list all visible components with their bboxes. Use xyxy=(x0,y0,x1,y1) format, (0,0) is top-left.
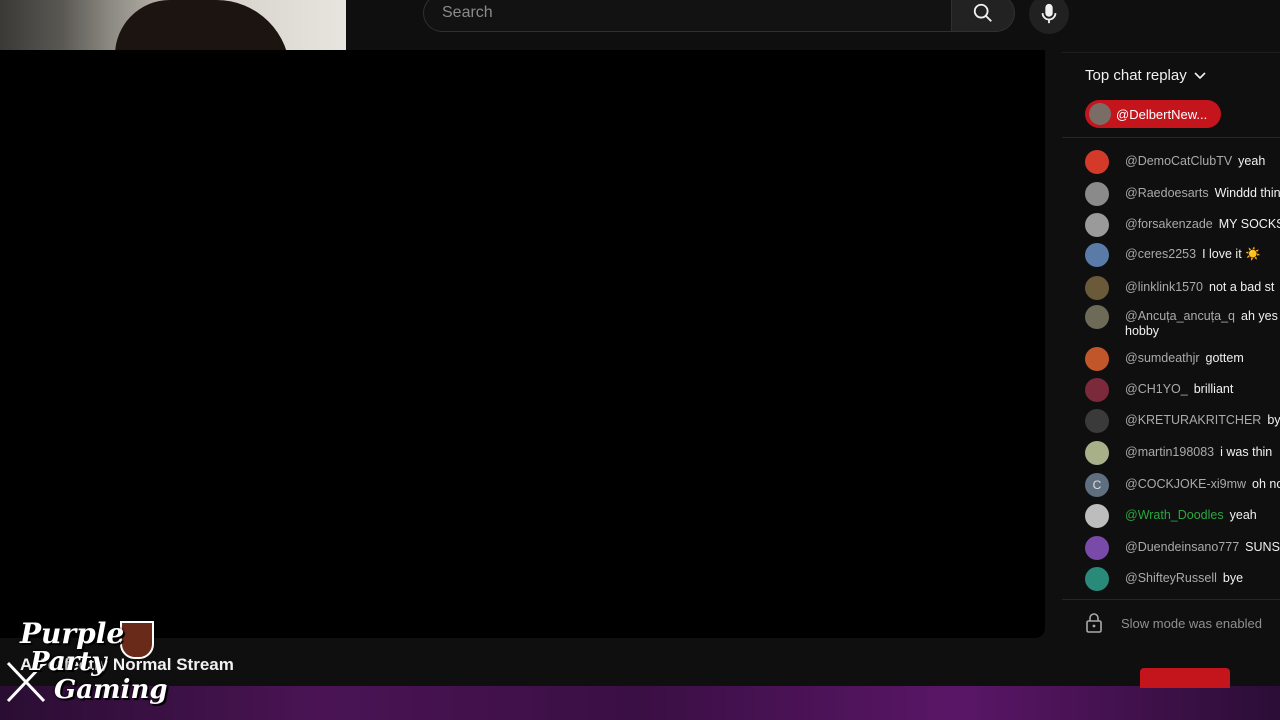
chat-body: gottem xyxy=(1205,351,1244,365)
chat-message: @Duendeinsano777 SUNS xyxy=(1085,536,1280,560)
avatar[interactable] xyxy=(1085,441,1109,465)
chat-body: SUNS xyxy=(1245,540,1280,554)
chat-message-text: @CH1YO_ brilliant xyxy=(1125,382,1233,397)
chat-message: @Raedoesarts Winddd thin xyxy=(1085,182,1280,206)
chat-message: @KRETURAKRITCHER bye xyxy=(1085,409,1280,433)
avatar[interactable] xyxy=(1085,536,1109,560)
chat-message-text: @ceres2253 I love it ☀️ xyxy=(1125,247,1261,262)
logo-line-3: Gaming xyxy=(54,675,168,705)
divider xyxy=(1062,137,1280,138)
chat-message: @DemoCatClubTV yeah xyxy=(1085,150,1280,174)
avatar[interactable]: C xyxy=(1085,473,1109,497)
chat-body: yeah xyxy=(1229,508,1257,522)
live-chat-panel: Top chat replay @DelbertNew... @DemoCatC… xyxy=(1062,52,1280,649)
chat-author[interactable]: @Raedoesarts xyxy=(1125,186,1209,200)
lock-icon xyxy=(1086,613,1102,633)
chat-message: @forsakenzade MY SOCKS xyxy=(1085,213,1280,237)
chevron-down-icon xyxy=(1194,71,1206,79)
chat-message: @Wrath_Doodles yeah xyxy=(1085,504,1280,528)
chat-message-text: @Wrath_Doodles yeah xyxy=(1125,508,1257,523)
video-player[interactable] xyxy=(0,50,1045,638)
chat-author[interactable]: @COCKJOKE-xi9mw xyxy=(1125,477,1246,491)
search-box[interactable] xyxy=(423,0,951,32)
channel-logo: Purple Party Gaming xyxy=(4,617,168,713)
chat-body: i was thin xyxy=(1220,445,1273,459)
subscribe-button[interactable] xyxy=(1140,668,1230,688)
chat-author[interactable]: @Ancuța_ancuța_q xyxy=(1125,309,1235,323)
chat-author[interactable]: @KRETURAKRITCHER xyxy=(1125,413,1261,427)
chat-body: brilliant xyxy=(1193,382,1234,396)
voice-search-button[interactable] xyxy=(1029,0,1069,34)
crest-icon xyxy=(120,621,154,659)
chat-author[interactable]: @forsakenzade xyxy=(1125,217,1213,231)
chat-message: @ceres2253 I love it ☀️ xyxy=(1085,243,1280,267)
chat-view-selector[interactable]: Top chat replay xyxy=(1085,67,1207,84)
logo-line-2: Party xyxy=(30,647,107,677)
avatar[interactable] xyxy=(1085,409,1109,433)
chat-message-text: @martin198083 i was thin xyxy=(1125,445,1272,460)
avatar[interactable] xyxy=(1085,213,1109,237)
chat-body: bye xyxy=(1222,571,1244,585)
search-input[interactable] xyxy=(440,3,951,23)
avatar[interactable] xyxy=(1085,347,1109,371)
chat-message: @sumdeathjr gottem xyxy=(1085,347,1280,371)
chat-body: not a bad st xyxy=(1209,280,1275,294)
pinned-author: @DelbertNew... xyxy=(1116,106,1208,122)
chat-message-text: @Raedoesarts Winddd thin xyxy=(1125,186,1280,201)
pinned-avatar xyxy=(1089,103,1111,125)
chat-message: @linklink1570 not a bad st xyxy=(1085,276,1280,300)
avatar[interactable] xyxy=(1085,305,1109,329)
chat-author[interactable]: @ceres2253 xyxy=(1125,247,1196,261)
chat-message-text: @forsakenzade MY SOCKS xyxy=(1125,217,1280,232)
chat-body: bye xyxy=(1267,413,1280,427)
slow-mode-notice: Slow mode was enabled xyxy=(1085,613,1262,633)
avatar[interactable] xyxy=(1085,182,1109,206)
pinned-message-chip[interactable]: @DelbertNew... xyxy=(1085,100,1221,128)
chat-author[interactable]: @Wrath_Doodles xyxy=(1125,508,1224,522)
bottom-banner xyxy=(0,686,1280,720)
chat-body: MY SOCKS xyxy=(1218,217,1280,231)
search-icon xyxy=(973,3,992,22)
slow-mode-text: Slow mode was enabled xyxy=(1121,615,1262,631)
chat-body: I love it ☀️ xyxy=(1202,247,1261,261)
chat-message: @CH1YO_ brilliant xyxy=(1085,378,1280,402)
chat-message-text: @ShifteyRussell bye xyxy=(1125,571,1243,586)
avatar[interactable] xyxy=(1085,378,1109,402)
chat-message: @martin198083 i was thin xyxy=(1085,441,1280,465)
chat-author[interactable]: @DemoCatClubTV xyxy=(1125,154,1232,168)
avatar[interactable] xyxy=(1085,243,1109,267)
chat-body: Winddd thin xyxy=(1214,186,1280,200)
chat-message: @Ancuța_ancuța_q ah yes hobby xyxy=(1085,305,1280,339)
chat-message-text: @linklink1570 not a bad st xyxy=(1125,280,1274,295)
microphone-icon xyxy=(1041,3,1057,24)
chat-view-label: Top chat replay xyxy=(1085,67,1187,84)
chat-message: @ShifteyRussell bye xyxy=(1085,567,1280,591)
chat-author[interactable]: @sumdeathjr xyxy=(1125,351,1200,365)
avatar[interactable] xyxy=(1085,276,1109,300)
chat-message-text: @KRETURAKRITCHER bye xyxy=(1125,413,1280,428)
chat-author[interactable]: @martin198083 xyxy=(1125,445,1214,459)
chat-body: oh no xyxy=(1252,477,1280,491)
search-button[interactable] xyxy=(951,0,1015,32)
avatar[interactable] xyxy=(1085,150,1109,174)
chat-author[interactable]: @ShifteyRussell xyxy=(1125,571,1217,585)
chat-message-text: @DemoCatClubTV yeah xyxy=(1125,154,1265,169)
chat-message-text: @Duendeinsano777 SUNS xyxy=(1125,540,1280,555)
chat-author[interactable]: @Duendeinsano777 xyxy=(1125,540,1239,554)
chat-body: yeah xyxy=(1238,154,1266,168)
chat-message-text: @Ancuța_ancuța_q ah yes hobby xyxy=(1125,309,1280,339)
chat-author[interactable]: @CH1YO_ xyxy=(1125,382,1188,396)
chat-message: C @COCKJOKE-xi9mw oh no xyxy=(1085,473,1280,497)
divider xyxy=(1062,599,1280,600)
logo-line-1: Purple xyxy=(20,617,125,650)
chat-message-text: @COCKJOKE-xi9mw oh no xyxy=(1125,477,1280,492)
chat-message-text: @sumdeathjr gottem xyxy=(1125,351,1244,366)
avatar[interactable] xyxy=(1085,504,1109,528)
chat-author[interactable]: @linklink1570 xyxy=(1125,280,1203,294)
avatar[interactable] xyxy=(1085,567,1109,591)
